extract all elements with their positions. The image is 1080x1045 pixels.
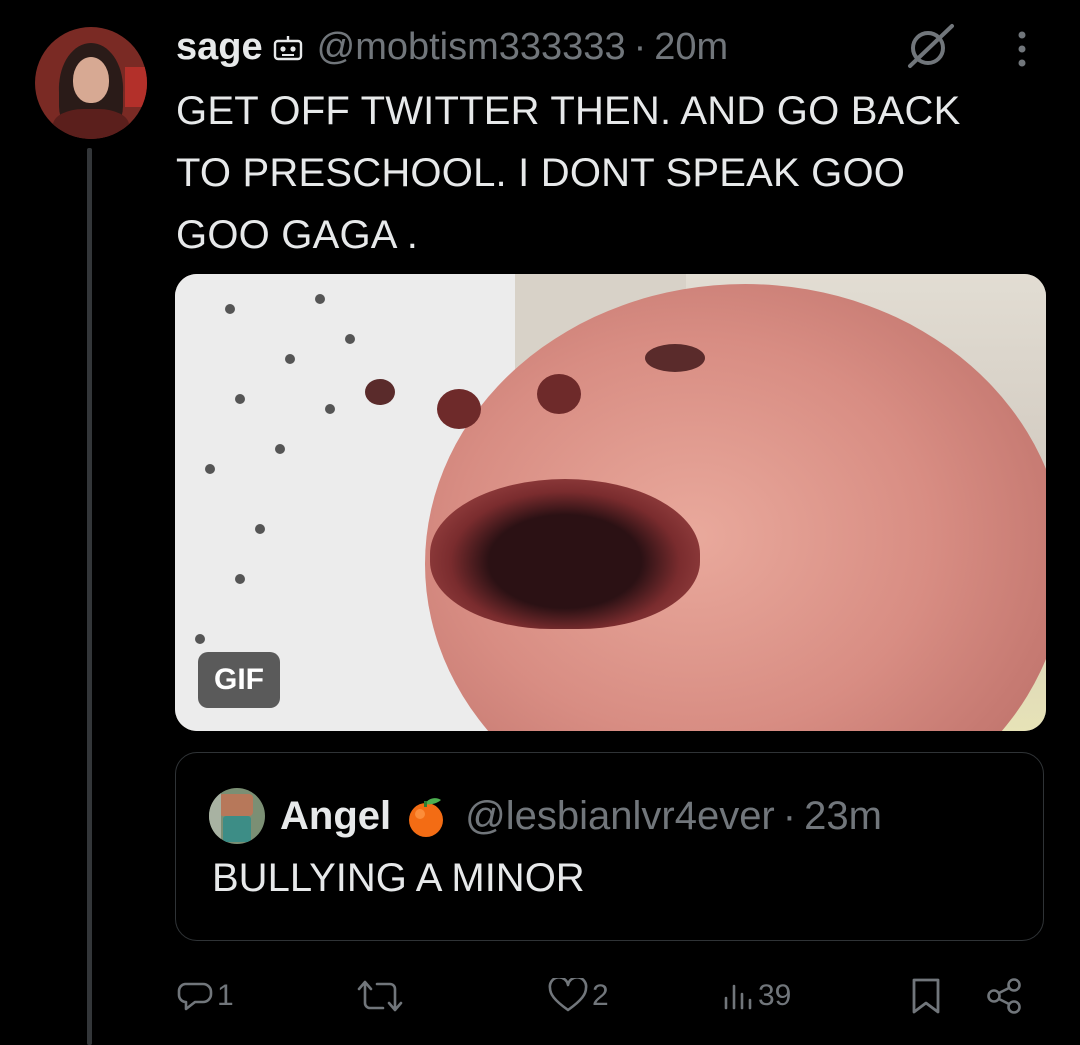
views-icon	[722, 978, 754, 1014]
thread-connector-line	[87, 148, 92, 1045]
like-count: 2	[592, 979, 609, 1012]
tweet-gif-media[interactable]	[175, 274, 1046, 731]
gif-badge: GIF	[198, 652, 280, 708]
avatar-face	[73, 57, 109, 103]
gif-nostril-right	[537, 374, 581, 414]
quoted-header-separator: ·	[782, 793, 797, 838]
quoted-author-handle[interactable]: @lesbianlvr4ever	[465, 794, 775, 839]
avatar-body	[53, 109, 129, 139]
quoted-tweet-header: Angel @lesbianlvr4ever · 23m	[280, 788, 882, 844]
reply-count: 1	[217, 979, 234, 1012]
share-button[interactable]	[984, 972, 1024, 1020]
author-handle[interactable]: @mobtism333333	[317, 26, 626, 69]
repost-button[interactable]	[357, 972, 407, 1020]
author-name[interactable]: sage	[176, 26, 263, 69]
author-avatar[interactable]	[35, 27, 147, 139]
views-button[interactable]: 39	[722, 972, 791, 1020]
gif-eye-left	[365, 379, 395, 405]
tangerine-emoji-icon	[403, 793, 449, 839]
avatar-background	[125, 67, 147, 107]
bookmark-icon	[910, 977, 942, 1015]
tweet-text: GET OFF TWITTER THEN. AND GO BACK TO PRE…	[176, 89, 961, 257]
more-vertical-icon[interactable]	[1012, 30, 1032, 68]
tweet-timestamp[interactable]: 20m	[654, 26, 728, 69]
quoted-author-avatar[interactable]	[209, 788, 265, 844]
grok-icon[interactable]	[904, 22, 958, 72]
gif-baby-mouth	[430, 479, 700, 629]
heart-icon	[548, 978, 588, 1014]
quoted-author-name[interactable]: Angel	[280, 794, 391, 839]
gif-nostril-left	[437, 389, 481, 429]
gif-eye-right	[645, 344, 705, 372]
reply-button[interactable]: 1	[177, 972, 234, 1020]
robot-face-icon	[273, 35, 303, 61]
share-icon	[984, 976, 1024, 1016]
bookmark-button[interactable]	[910, 972, 942, 1020]
repost-icon	[357, 978, 403, 1014]
quoted-tweet-text: BULLYING A MINOR	[212, 856, 585, 900]
view-count: 39	[758, 979, 792, 1012]
header-separator: ·	[633, 25, 647, 68]
quoted-tweet-card[interactable]	[175, 752, 1044, 941]
like-button[interactable]: 2	[548, 972, 609, 1020]
tweet-header: sage @mobtism333333 · 20m	[176, 22, 728, 72]
quoted-tweet-timestamp[interactable]: 23m	[804, 794, 882, 839]
reply-icon	[177, 978, 213, 1014]
